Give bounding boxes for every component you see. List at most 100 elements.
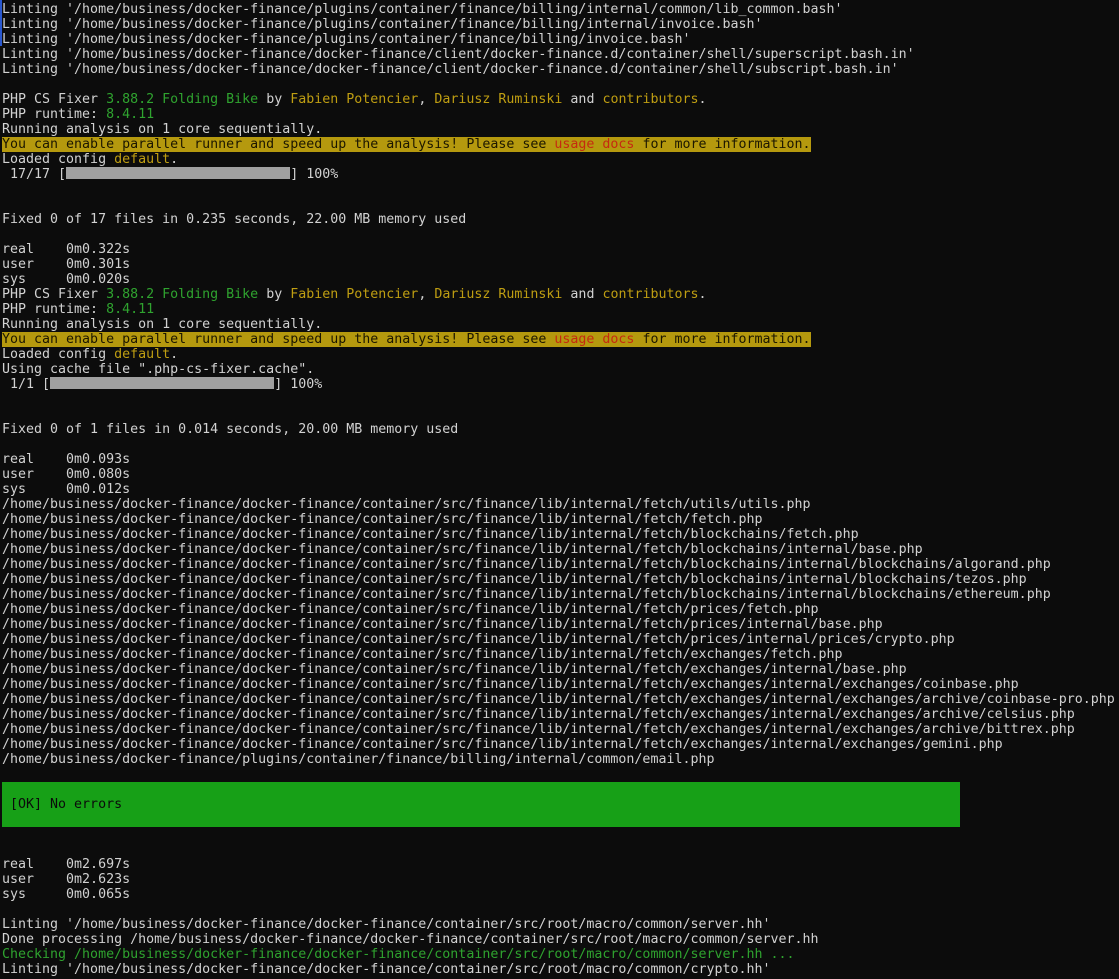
terminal-output[interactable]: Linting '/home/business/docker-finance/p… (0, 0, 1119, 979)
terminal-line (2, 392, 1119, 407)
text-segment: /home/business/docker-finance/docker-fin… (2, 572, 1027, 587)
terminal-line: Loaded config default. (2, 347, 1119, 362)
terminal-line (2, 227, 1119, 242)
terminal-line: sys 0m0.020s (2, 272, 1119, 287)
terminal-line: /home/business/docker-finance/docker-fin… (2, 647, 1119, 662)
php-runtime-version: 8.4.11 (106, 302, 154, 317)
text-segment: real 0m2.697s (2, 857, 130, 872)
text-segment: ] 100% (290, 167, 338, 182)
php-runtime-version: 8.4.11 (106, 107, 154, 122)
terminal-line: /home/business/docker-finance/plugins/co… (2, 752, 1119, 767)
text-segment: Running analysis on 1 core sequentially. (2, 317, 322, 332)
success-message: [OK] No errors (2, 797, 122, 812)
terminal-line (2, 902, 1119, 917)
terminal-lines: Linting '/home/business/docker-finance/p… (2, 2, 1119, 977)
fixer-version: 3.88.2 Folding Bike (106, 92, 258, 107)
terminal-line: sys 0m0.012s (2, 482, 1119, 497)
checking-line: Checking /home/business/docker-finance/d… (2, 947, 1119, 962)
text-segment: . (699, 287, 707, 302)
terminal-line (2, 77, 1119, 92)
text-segment: PHP runtime: (2, 107, 106, 122)
terminal-line: Linting '/home/business/docker-finance/d… (2, 47, 1119, 62)
text-segment: by (258, 287, 290, 302)
terminal-line: user 0m0.080s (2, 467, 1119, 482)
text-segment: ] 100% (274, 377, 322, 392)
text-segment: and (562, 92, 602, 107)
text-segment: Linting '/home/business/docker-finance/d… (2, 962, 771, 977)
text-segment: by (258, 92, 290, 107)
success-banner-line (2, 782, 960, 797)
terminal-line: /home/business/docker-finance/docker-fin… (2, 557, 1119, 572)
text-segment: PHP CS Fixer (2, 287, 106, 302)
text-segment: sys 0m0.065s (2, 887, 130, 902)
text-segment: user 0m0.080s (2, 467, 130, 482)
text-segment: You can enable parallel runner and speed… (2, 137, 554, 152)
text-segment: Using cache file ".php-cs-fixer.cache". (2, 362, 314, 377)
terminal-line: /home/business/docker-finance/docker-fin… (2, 512, 1119, 527)
terminal-line: Loaded config default. (2, 152, 1119, 167)
terminal-line: real 0m0.093s (2, 452, 1119, 467)
terminal-line: PHP runtime: 8.4.11 (2, 302, 1119, 317)
author-name: Fabien Potencier (290, 287, 418, 302)
terminal-line: /home/business/docker-finance/docker-fin… (2, 527, 1119, 542)
text-segment: Linting '/home/business/docker-finance/p… (2, 32, 690, 47)
text-segment: /home/business/docker-finance/docker-fin… (2, 617, 883, 632)
terminal-line: /home/business/docker-finance/docker-fin… (2, 707, 1119, 722)
terminal-line (2, 182, 1119, 197)
text-segment: Linting '/home/business/docker-finance/p… (2, 2, 843, 17)
text-segment: Fixed 0 of 1 files in 0.014 seconds, 20.… (2, 422, 458, 437)
text-segment: /home/business/docker-finance/docker-fin… (2, 722, 1075, 737)
text-segment: /home/business/docker-finance/docker-fin… (2, 527, 859, 542)
config-name: default (114, 152, 170, 167)
checking-message: Checking /home/business/docker-finance/d… (2, 947, 795, 962)
text-segment: user 0m0.301s (2, 257, 130, 272)
text-segment: Linting '/home/business/docker-finance/d… (2, 62, 899, 77)
terminal-line: Linting '/home/business/docker-finance/p… (2, 32, 1119, 47)
terminal-line: /home/business/docker-finance/docker-fin… (2, 722, 1119, 737)
text-segment: PHP runtime: (2, 302, 106, 317)
terminal-line: /home/business/docker-finance/docker-fin… (2, 542, 1119, 557)
terminal-line: real 0m0.322s (2, 242, 1119, 257)
text-segment: real 0m0.322s (2, 242, 130, 257)
terminal-line (2, 407, 1119, 422)
text-segment: . (699, 92, 707, 107)
terminal-line: PHP CS Fixer 3.88.2 Folding Bike by Fabi… (2, 287, 1119, 302)
terminal-line: /home/business/docker-finance/docker-fin… (2, 497, 1119, 512)
text-segment: 17/17 [ (2, 167, 66, 182)
text-segment: Linting '/home/business/docker-finance/p… (2, 17, 763, 32)
terminal-line: Linting '/home/business/docker-finance/d… (2, 917, 1119, 932)
text-segment: /home/business/docker-finance/plugins/co… (2, 752, 714, 767)
text-segment: Linting '/home/business/docker-finance/d… (2, 917, 771, 932)
success-banner-line (2, 812, 960, 827)
text-segment: , (418, 287, 434, 302)
config-name: default (114, 347, 170, 362)
text-segment: /home/business/docker-finance/docker-fin… (2, 692, 1115, 707)
terminal-line (2, 842, 1119, 857)
usage-docs-link: usage docs (554, 332, 634, 347)
text-segment: , (418, 92, 434, 107)
author-name: Dariusz Ruminski (434, 92, 562, 107)
text-segment: /home/business/docker-finance/docker-fin… (2, 707, 1075, 722)
text-segment: Done processing /home/business/docker-fi… (2, 932, 819, 947)
text-segment: /home/business/docker-finance/docker-fin… (2, 587, 1051, 602)
warning-banner-line: You can enable parallel runner and speed… (2, 137, 1119, 152)
terminal-line (2, 197, 1119, 212)
terminal-line: /home/business/docker-finance/docker-fin… (2, 572, 1119, 587)
terminal-line: sys 0m0.065s (2, 887, 1119, 902)
text-segment: for more information. (634, 332, 810, 347)
text-segment: Loaded config (2, 152, 114, 167)
progress-bar-fill (66, 167, 290, 179)
text-segment: /home/business/docker-finance/docker-fin… (2, 557, 1051, 572)
terminal-line: /home/business/docker-finance/docker-fin… (2, 737, 1119, 752)
text-segment: /home/business/docker-finance/docker-fin… (2, 512, 763, 527)
text-segment: Running analysis on 1 core sequentially. (2, 122, 322, 137)
terminal-line: Running analysis on 1 core sequentially. (2, 317, 1119, 332)
terminal-line: /home/business/docker-finance/docker-fin… (2, 677, 1119, 692)
text-segment: PHP CS Fixer (2, 92, 106, 107)
terminal-line: PHP runtime: 8.4.11 (2, 107, 1119, 122)
terminal-line: Fixed 0 of 1 files in 0.014 seconds, 20.… (2, 422, 1119, 437)
text-segment: Linting '/home/business/docker-finance/d… (2, 47, 915, 62)
terminal-line: Linting '/home/business/docker-finance/p… (2, 17, 1119, 32)
text-segment: user 0m2.623s (2, 872, 130, 887)
terminal-line: /home/business/docker-finance/docker-fin… (2, 617, 1119, 632)
